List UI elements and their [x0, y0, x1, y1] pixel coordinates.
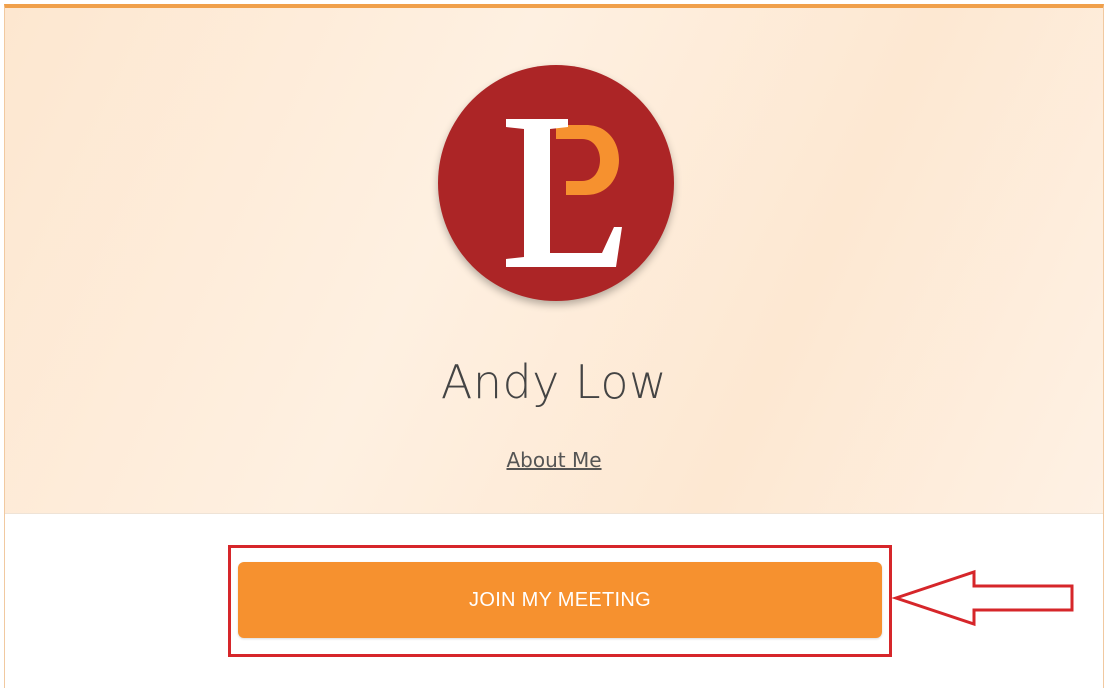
join-meeting-button[interactable]: JOIN MY MEETING — [238, 562, 882, 638]
about-me-link[interactable]: About Me — [506, 448, 601, 472]
lp-monogram-icon — [506, 119, 622, 267]
profile-logo — [438, 65, 674, 301]
left-arrow-outline-icon — [891, 569, 1074, 627]
profile-name: Andy Low — [440, 355, 668, 409]
about-me-container: About Me — [0, 448, 1108, 472]
